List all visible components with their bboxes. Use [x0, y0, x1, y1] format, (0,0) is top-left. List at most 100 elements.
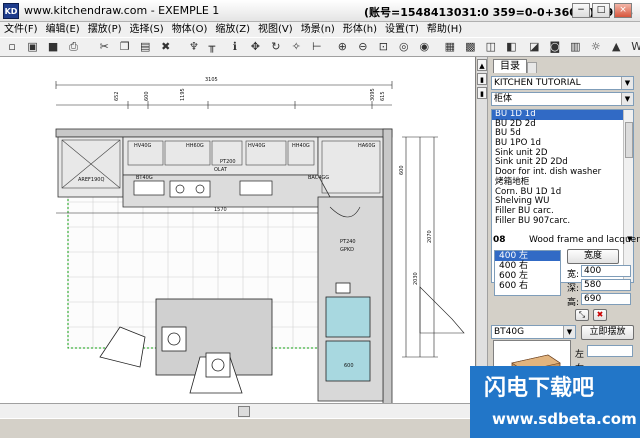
zoom-in-icon[interactable]: ⊕: [335, 40, 349, 54]
menu-edit[interactable]: 编辑(E): [46, 22, 80, 37]
code-select[interactable]: BT40G ▼: [491, 325, 576, 339]
watermark-title: 闪电下载吧: [484, 376, 595, 401]
perspective-view-icon[interactable]: ◫: [484, 40, 498, 54]
dim-small-1: 652: [114, 91, 120, 101]
delete-icon[interactable]: ✖: [593, 309, 607, 321]
move-icon[interactable]: ✥: [248, 40, 262, 54]
title-bar: KD www.kitchendraw.com - EXEMPLE 1 (账号=1…: [0, 0, 640, 22]
menu-select[interactable]: 选择(S): [130, 22, 164, 37]
menu-place[interactable]: 摆放(P): [88, 22, 122, 37]
plan-view-icon[interactable]: ▦: [443, 40, 457, 54]
lamp-icon[interactable]: ♆: [187, 40, 201, 54]
left-label: 左: [575, 350, 585, 360]
list-scroll-thumb[interactable]: [625, 122, 633, 158]
category-select[interactable]: 柜体 ▼: [491, 92, 634, 106]
close-button[interactable]: ×: [614, 3, 632, 18]
menu-shape[interactable]: 形体(h): [343, 22, 377, 37]
zoom-out-icon[interactable]: ⊖: [356, 40, 370, 54]
watermark-url: www.sdbeta.com: [492, 410, 637, 428]
maximize-button[interactable]: □: [592, 3, 610, 18]
render-view-icon[interactable]: ◧: [504, 40, 518, 54]
word-export-icon[interactable]: W: [630, 40, 640, 54]
print-icon[interactable]: ⎙: [67, 40, 81, 54]
paste-icon[interactable]: ▤: [138, 40, 152, 54]
chevron-down-icon[interactable]: ▼: [563, 326, 575, 338]
side-toolbar: ▲ ▮ ▮: [477, 57, 488, 403]
horizontal-scroll-thumb[interactable]: [238, 406, 250, 417]
dim-small-4: 3095: [370, 88, 376, 101]
width-button[interactable]: 宽度: [567, 249, 619, 264]
menu-help[interactable]: 帮助(H): [427, 22, 462, 37]
chevron-down-icon[interactable]: ▼: [621, 93, 633, 105]
plan-label: AREF190Q: [78, 177, 104, 183]
plan-canvas[interactable]: 3105 652 600 1195 3095 615 1570 600 600 …: [0, 57, 476, 403]
plan-label: GPKD: [340, 247, 354, 253]
zoom-previous-icon[interactable]: ◉: [417, 40, 431, 54]
plan-label: HH60G: [186, 143, 204, 149]
dim-right-2: 2030: [413, 272, 419, 285]
light-icon[interactable]: ☼: [589, 40, 603, 54]
kitchen-plan[interactable]: 3105 652 600 1195 3095 615 1570 600 600 …: [0, 57, 476, 403]
menu-zoom[interactable]: 缩放(Z): [215, 22, 250, 37]
copy-icon[interactable]: ❐: [118, 40, 132, 54]
list-scrollbar[interactable]: [623, 110, 633, 282]
catalog-panel: 目录 KITCHEN TUTORIAL ▼ 柜体 ▼ BU 1D 1d BU 2D…: [489, 57, 640, 418]
tab-secondary[interactable]: [527, 62, 537, 73]
size-item[interactable]: 400 右: [495, 261, 560, 271]
app-logo-icon: KD: [3, 3, 19, 19]
camera-icon[interactable]: ◙: [548, 40, 562, 54]
place-now-button[interactable]: 立即摆放: [581, 325, 634, 340]
width-field[interactable]: 400: [581, 265, 631, 277]
film-icon[interactable]: ▥: [568, 40, 582, 54]
list-tab-icon[interactable]: ▮: [477, 87, 487, 99]
catalog-select[interactable]: KITCHEN TUTORIAL ▼: [491, 76, 634, 90]
minimize-button[interactable]: −: [572, 3, 590, 18]
cube-icon[interactable]: ◪: [527, 40, 541, 54]
left-field[interactable]: [587, 345, 633, 357]
list-item[interactable]: Filler BU 907carc.: [492, 216, 633, 227]
size-list[interactable]: 400 左 400 右 600 左 600 右: [494, 250, 561, 296]
stool-icon[interactable]: ╥: [205, 40, 219, 54]
width-label: 宽:: [567, 270, 580, 280]
menu-object[interactable]: 物体(O): [172, 22, 208, 37]
new-file-icon[interactable]: ▫: [5, 40, 19, 54]
catalog-select-value: KITCHEN TUTORIAL: [494, 78, 581, 88]
delete-icon[interactable]: ✖: [159, 40, 173, 54]
chevron-down-icon[interactable]: ▼: [627, 235, 632, 243]
watermark: 闪电下载吧 www.sdbeta.com: [470, 366, 640, 438]
pick-icon[interactable]: ⤡: [575, 309, 589, 321]
chevron-down-icon[interactable]: ▼: [621, 77, 633, 89]
size-item[interactable]: 400 左: [495, 251, 560, 261]
option-value[interactable]: Wood frame and lacquer: [529, 235, 640, 245]
camera-triangle[interactable]: [419, 286, 465, 334]
info-icon[interactable]: ℹ: [228, 40, 242, 54]
size-item[interactable]: 600 左: [495, 271, 560, 281]
open-file-icon[interactable]: ▣: [26, 40, 40, 54]
zoom-window-icon[interactable]: ⊡: [376, 40, 390, 54]
cut-icon[interactable]: ✂: [97, 40, 111, 54]
elevation-view-icon[interactable]: ▩: [463, 40, 477, 54]
height-label: 高:: [567, 298, 580, 308]
menu-scene[interactable]: 场景(n): [301, 22, 335, 37]
dimension-icon[interactable]: ⊢: [310, 40, 324, 54]
catalog-tab-icon[interactable]: ▮: [477, 73, 487, 85]
depth-field[interactable]: 580: [581, 279, 631, 291]
plan-label: PT200: [220, 159, 236, 165]
horizontal-scrollbar[interactable]: [0, 403, 488, 418]
rotate-icon[interactable]: ↻: [269, 40, 283, 54]
menu-file[interactable]: 文件(F): [4, 22, 38, 37]
menu-view[interactable]: 视图(V): [258, 22, 293, 37]
size-item[interactable]: 600 右: [495, 281, 560, 291]
height-field[interactable]: 690: [581, 293, 631, 305]
dim-mid: 1570: [214, 207, 227, 213]
tab-catalog[interactable]: 目录: [493, 59, 527, 73]
zoom-all-icon[interactable]: ◎: [397, 40, 411, 54]
plan-label: PT240: [340, 239, 356, 245]
save-icon[interactable]: ■: [46, 40, 60, 54]
render-icon[interactable]: ▲: [609, 40, 623, 54]
menu-settings[interactable]: 设置(T): [385, 22, 419, 37]
arrow-up-icon[interactable]: ▲: [477, 59, 487, 71]
snap-icon[interactable]: ✧: [289, 40, 303, 54]
dim-bottom: 600: [344, 363, 354, 369]
dim-small-2: 600: [144, 91, 150, 101]
